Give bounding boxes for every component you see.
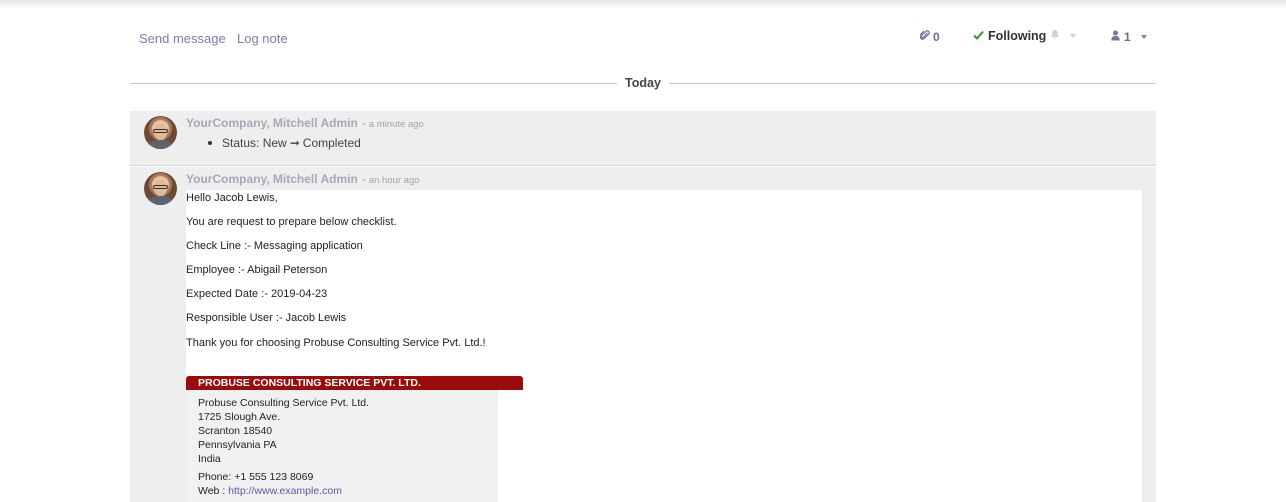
message-header: YourCompany, Mitchell Admin - a minute ago [186,116,424,130]
message-email: YourCompany, Mitchell Admin - an hour ago … [130,167,1156,502]
message-body: Hello Jacob Lewis, You are request to pr… [186,190,1142,502]
signature-address: Probuse Consulting Service Pvt. Ltd. 172… [186,390,498,502]
paperclip-icon [919,30,930,44]
body-line: You are request to prepare below checkli… [186,216,397,228]
author-name[interactable]: YourCompany, Mitchell Admin [186,172,358,186]
signature-company: Probuse Consulting Service Pvt. Ltd. [198,397,370,409]
attachments-button[interactable]: 0 [919,30,940,44]
company-signature: PROBUSE CONSULTING SERVICE PVT. LTD. Pro… [186,376,523,502]
message-time: an hour ago [368,175,420,186]
signature-web: Web : http://www.example.com [198,484,498,498]
attachments-count: 0 [933,30,940,44]
author-name[interactable]: YourCompany, Mitchell Admin [186,116,358,130]
check-line: Check Line :- Messaging application [186,240,363,252]
greeting-line: Hello Jacob Lewis, [186,192,278,204]
signature-phone: Phone: +1 555 123 8069 [198,471,314,483]
tracking-field: Status: [222,136,260,150]
signature-state: Pennsylvania PA [198,439,277,451]
signature-web-label: Web : [198,485,226,497]
bullet [208,141,212,145]
signature-web-link[interactable]: http://www.example.com [228,485,342,497]
signature-city: Scranton 18540 [198,425,273,437]
top-panel-shadow [0,0,1286,8]
chatter-topbar: Send message Log note 0 Following 1 [130,26,1156,50]
log-note-button[interactable]: Log note [237,31,288,46]
avatar[interactable] [144,172,177,205]
author-separator: - [361,116,366,130]
thank-you-line: Thank you for choosing Probuse Consultin… [186,337,486,349]
following-button[interactable]: Following [973,29,1077,43]
check-icon [973,29,984,43]
followers-button[interactable]: 1 [1111,30,1147,44]
followers-count: 1 [1124,30,1131,44]
message-time: a minute ago [368,119,424,130]
message-tracking: YourCompany, Mitchell Admin - a minute ago… [130,111,1156,166]
tracking-value: Status: New ➞ Completed [208,136,361,150]
date-divider-label: Today [617,76,669,90]
following-label: Following [988,29,1047,43]
tracking-old-value: New [262,136,287,150]
avatar[interactable] [144,116,177,149]
employee-line: Employee :- Abigail Peterson [186,264,328,276]
bell-icon[interactable] [1050,29,1060,43]
caret-down-icon[interactable] [1140,35,1147,39]
signature-street: 1725 Slough Ave. [198,411,281,423]
tracking-new-value: Completed [302,136,361,150]
send-message-button[interactable]: Send message [139,31,226,46]
message-header: YourCompany, Mitchell Admin - an hour ago [186,172,420,186]
caret-down-icon[interactable] [1070,34,1077,38]
user-icon [1111,30,1120,44]
responsible-user-line: Responsible User :- Jacob Lewis [186,312,347,324]
signature-header: PROBUSE CONSULTING SERVICE PVT. LTD. [186,376,523,390]
author-separator: - [361,172,366,186]
arrow-right-icon: ➞ [289,136,300,150]
expected-date-line: Expected Date :- 2019-04-23 [186,288,328,300]
signature-country: India [198,453,221,465]
date-divider: Today [130,75,1156,93]
